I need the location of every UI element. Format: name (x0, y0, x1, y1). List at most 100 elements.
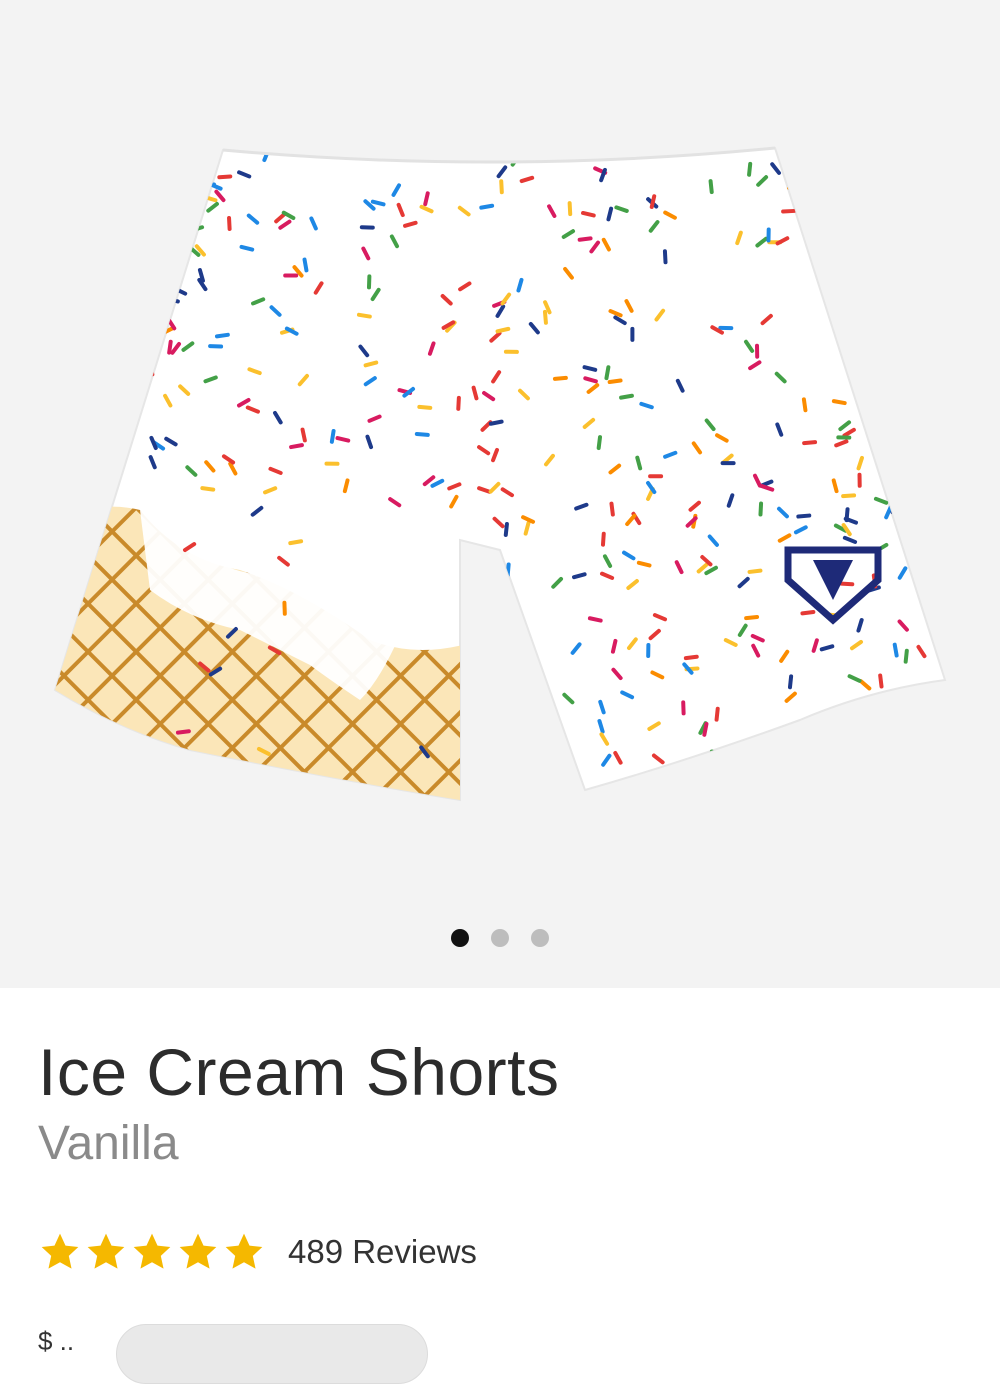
sprinkle (630, 326, 635, 342)
sprinkle (105, 183, 110, 199)
sprinkle (87, 474, 100, 487)
sprinkle (499, 179, 504, 195)
option-chip[interactable] (116, 1324, 428, 1384)
sprinkle (537, 701, 545, 717)
sprinkle (905, 318, 918, 329)
sprinkle (689, 794, 704, 800)
sprinkle (693, 759, 709, 768)
sprinkle (102, 272, 118, 278)
sprinkle (127, 234, 139, 247)
sprinkle (917, 728, 933, 736)
sprinkle (55, 307, 65, 321)
sprinkle (527, 766, 543, 773)
sprinkle (924, 391, 932, 407)
sprinkle (836, 435, 852, 440)
sprinkle (117, 240, 128, 255)
sprinkle (96, 314, 102, 330)
sprinkle (893, 187, 905, 201)
sprinkle (955, 427, 960, 443)
sprinkle (917, 301, 923, 317)
sprinkle (949, 638, 960, 653)
sprinkle (283, 273, 299, 278)
reviews-link[interactable]: 489 Reviews (288, 1233, 477, 1271)
sprinkle (758, 501, 764, 517)
sprinkle (86, 417, 95, 432)
sprinkle (923, 705, 937, 717)
product-rating[interactable]: 489 Reviews (38, 1226, 477, 1278)
gallery-dot-1[interactable] (451, 929, 469, 947)
sprinkle (901, 148, 912, 161)
sprinkle (646, 643, 651, 658)
sprinkle (55, 282, 58, 291)
sprinkle (952, 251, 960, 263)
sprinkle (657, 781, 672, 792)
sprinkle (816, 164, 822, 180)
sprinkle (528, 768, 538, 782)
star-icon (84, 1230, 128, 1274)
sprinkle (952, 580, 960, 595)
sprinkle (65, 465, 79, 476)
sprinkle (912, 399, 926, 410)
sprinkle (147, 361, 155, 377)
sprinkle (948, 647, 959, 662)
sprinkle (101, 235, 111, 250)
sprinkle (227, 216, 232, 231)
sprinkle (935, 336, 945, 346)
sprinkle (101, 798, 113, 800)
sprinkle (67, 432, 81, 442)
sprinkle (619, 799, 627, 800)
sprinkle (720, 755, 736, 763)
sprinkle (359, 225, 375, 230)
sprinkle (627, 791, 639, 800)
sprinkle (776, 749, 788, 762)
sprinkle (600, 805, 615, 816)
sprinkle (518, 733, 527, 748)
sprinkle (57, 340, 68, 354)
sprinkle (894, 411, 902, 427)
gallery-dot-3[interactable] (531, 929, 549, 947)
sprinkle (923, 359, 928, 375)
star-icon (130, 1230, 174, 1274)
sprinkle (781, 208, 797, 214)
sprinkle (820, 169, 836, 176)
sprinkle (467, 716, 475, 732)
sprinkle (560, 780, 566, 796)
sprinkle (69, 185, 76, 200)
sprinkle (720, 461, 736, 466)
sprinkle (149, 274, 165, 281)
sprinkle (956, 762, 960, 778)
sprinkle (100, 380, 112, 394)
sprinkle (932, 637, 945, 643)
sprinkle (776, 760, 788, 774)
sprinkle (64, 294, 73, 310)
sprinkle (534, 696, 549, 705)
price-text: $ .. (38, 1326, 75, 1356)
product-image-gallery[interactable] (0, 0, 1000, 988)
sprinkle (516, 650, 527, 663)
sprinkle (62, 369, 68, 385)
sprinkle (142, 281, 152, 295)
sprinkle (324, 461, 340, 466)
sprinkle (149, 315, 165, 323)
sprinkle (129, 277, 142, 289)
sprinkle (96, 223, 112, 229)
sprinkle (158, 153, 170, 166)
sprinkle (60, 731, 74, 743)
sprinkle (948, 464, 960, 472)
sprinkle (93, 279, 107, 290)
product-image[interactable] (40, 120, 960, 840)
sprinkle (936, 267, 945, 272)
sprinkle (891, 766, 905, 778)
sprinkle (895, 271, 910, 277)
sprinkle (59, 406, 73, 418)
sprinkle (939, 390, 945, 399)
gallery-dot-2[interactable] (491, 929, 509, 947)
sprinkle (47, 154, 52, 169)
sprinkle (135, 203, 142, 219)
sprinkle (901, 787, 915, 798)
sprinkle (714, 762, 729, 772)
sprinkle (924, 462, 933, 477)
sprinkle (763, 789, 773, 800)
sprinkle (61, 316, 67, 332)
sprinkle (115, 188, 131, 194)
